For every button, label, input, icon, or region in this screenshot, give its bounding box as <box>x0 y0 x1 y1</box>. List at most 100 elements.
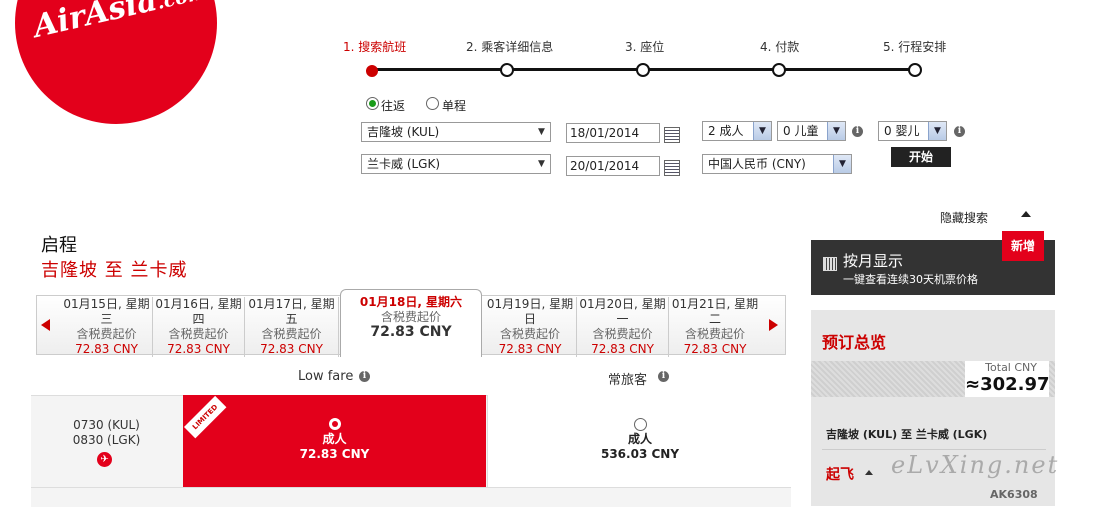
date-tab-0121[interactable]: 01月21日, 星期 二 含税费起价 72.83 CNY <box>669 297 761 357</box>
info-icon[interactable]: i <box>658 371 669 382</box>
collapse-arrow-icon[interactable] <box>865 470 873 475</box>
calendar-icon <box>823 257 837 271</box>
weekday-label: 日 <box>523 312 536 326</box>
summary-route: 吉隆坡 (KUL) 至 兰卡威 (LGK) <box>826 428 988 441</box>
summary-divider <box>822 449 1046 450</box>
date-label: 01月20日, 星期 <box>579 297 666 311</box>
frequent-fare-radio[interactable] <box>634 418 647 431</box>
date-price: 72.83 CNY <box>260 342 323 356</box>
infants-value: 0 婴儿 <box>884 124 920 138</box>
info-icon[interactable]: i <box>359 371 370 382</box>
date-price: 72.83 CNY <box>683 342 747 356</box>
chevron-down-icon: ▼ <box>538 127 545 137</box>
chevron-down-icon: ▼ <box>928 122 946 140</box>
date-label: 01月21日, 星期 <box>671 297 759 311</box>
monthly-view-subtitle: 一键查看连续30天机票价格 <box>843 273 978 286</box>
date-tab-0120[interactable]: 01月20日, 星期 一 含税费起价 72.83 CNY <box>577 297 669 357</box>
step-itinerary: 5. 行程安排 <box>883 40 947 54</box>
chevron-down-icon: ▼ <box>538 159 545 169</box>
date-price: 72.83 CNY <box>370 324 452 340</box>
date-price: 72.83 CNY <box>167 342 230 356</box>
price-from-label: 含税费起价 <box>380 310 441 324</box>
step-search-flight: 1. 搜索航班 <box>343 40 407 54</box>
one-way-radio[interactable] <box>426 97 439 110</box>
step-seats: 3. 座位 <box>625 40 665 54</box>
price-from-label: 含税费起价 <box>261 327 322 341</box>
currency-select[interactable]: 中国人民币 (CNY) ▼ <box>702 154 852 174</box>
progress-dot-4 <box>772 63 786 77</box>
chevron-down-icon: ▼ <box>753 122 771 140</box>
frequent-fare-option[interactable]: 成人 536.03 CNY <box>487 395 792 487</box>
low-fare-passenger: 成人 <box>322 432 347 446</box>
children-select[interactable]: 0 儿童 ▼ <box>777 121 846 141</box>
date-price: 72.83 CNY <box>498 342 562 356</box>
weekday-label: 四 <box>192 312 205 326</box>
new-badge: 新增 <box>1002 231 1044 261</box>
destination-value: 兰卡威 (LGK) <box>367 157 441 171</box>
summary-depart-toggle[interactable]: 起飞 <box>826 464 854 484</box>
progress-dot-2 <box>500 63 514 77</box>
arrive-time: 0830 (LGK) <box>72 433 141 447</box>
currency-value: 中国人民币 (CNY) <box>708 157 806 171</box>
price-from-label: 含税费起价 <box>499 327 560 341</box>
weekday-label: 三 <box>100 312 113 326</box>
step-passenger-details: 2. 乘客详细信息 <box>466 40 554 54</box>
weekday-label: 一 <box>616 312 629 326</box>
price-from-label: 含税费起价 <box>76 327 137 341</box>
airplane-icon[interactable]: ✈ <box>97 452 112 467</box>
date-tab-0118-selected[interactable]: 01月18日, 星期六 含税费起价 72.83 CNY <box>340 289 482 357</box>
date-label: 01月19日, 星期 <box>486 297 574 311</box>
flight-row-next <box>31 487 791 507</box>
low-fare-option-selected[interactable]: 成人 72.83 CNY <box>183 395 486 487</box>
weekday-label: 二 <box>708 312 721 326</box>
total-value: ≈302.97 <box>965 374 1050 395</box>
date-tab-0119[interactable]: 01月19日, 星期 日 含税费起价 72.83 CNY <box>484 297 577 357</box>
date-tab-0115[interactable]: 01月15日, 星期 三 含税费起价 72.83 CNY <box>61 297 153 357</box>
date-price: 72.83 CNY <box>591 342 654 356</box>
date-tab-0117[interactable]: 01月17日, 星期 五 含税费起价 72.83 CNY <box>245 297 339 357</box>
destination-select[interactable]: 兰卡威 (LGK) ▼ <box>361 154 551 174</box>
next-arrow-icon[interactable] <box>769 319 778 331</box>
info-icon[interactable]: i <box>852 126 863 137</box>
prev-arrow-icon[interactable] <box>41 319 50 331</box>
depart-date-input[interactable]: 18/01/2014 <box>566 123 660 143</box>
info-icon[interactable]: i <box>954 126 965 137</box>
price-from-label: 含税费起价 <box>168 327 229 341</box>
adults-select[interactable]: 2 成人 ▼ <box>702 121 772 141</box>
progress-dot-1 <box>366 65 378 77</box>
origin-value: 吉隆坡 (KUL) <box>367 125 440 139</box>
low-fare-price: 72.83 CNY <box>299 447 370 461</box>
progress-dot-5 <box>908 63 922 77</box>
total-label: Total CNY <box>985 361 1037 374</box>
one-way-label[interactable]: 单程 <box>442 97 466 114</box>
flight-code: AK6308 <box>990 488 1038 501</box>
monthly-view-title: 按月显示 <box>843 252 904 270</box>
low-fare-header: Low fare <box>298 369 354 384</box>
frequent-flyer-header: 常旅客 <box>608 373 648 388</box>
infants-select[interactable]: 0 婴儿 ▼ <box>878 121 947 141</box>
chevron-down-icon: ▼ <box>827 122 845 140</box>
depart-time: 0730 (KUL) <box>73 418 140 432</box>
date-label: 01月17日, 星期 <box>248 297 335 311</box>
search-button[interactable]: 开始 <box>891 147 951 167</box>
frequent-fare-price: 536.03 CNY <box>600 447 680 461</box>
price-from-label: 含税费起价 <box>592 327 653 341</box>
calendar-icon[interactable] <box>664 127 680 143</box>
adults-value: 2 成人 <box>708 124 744 138</box>
calendar-icon[interactable] <box>664 160 680 176</box>
hide-search-link[interactable]: 隐藏搜索 <box>940 209 988 226</box>
booking-summary-title: 预订总览 <box>822 333 887 352</box>
collapse-arrow-icon[interactable] <box>1021 211 1031 217</box>
step-payment: 4. 付款 <box>760 40 800 54</box>
date-label: 01月16日, 星期 <box>155 297 242 311</box>
route-heading: 吉隆坡 至 兰卡威 <box>41 260 188 281</box>
frequent-fare-passenger: 成人 <box>627 432 652 446</box>
origin-select[interactable]: 吉隆坡 (KUL) ▼ <box>361 122 551 142</box>
chevron-down-icon: ▼ <box>833 155 851 173</box>
low-fare-radio[interactable] <box>329 418 341 430</box>
weekday-label: 五 <box>285 312 298 326</box>
round-trip-label[interactable]: 往返 <box>381 97 405 114</box>
return-date-input[interactable]: 20/01/2014 <box>566 156 660 176</box>
round-trip-radio[interactable] <box>366 97 379 110</box>
date-tab-0116[interactable]: 01月16日, 星期 四 含税费起价 72.83 CNY <box>153 297 245 357</box>
